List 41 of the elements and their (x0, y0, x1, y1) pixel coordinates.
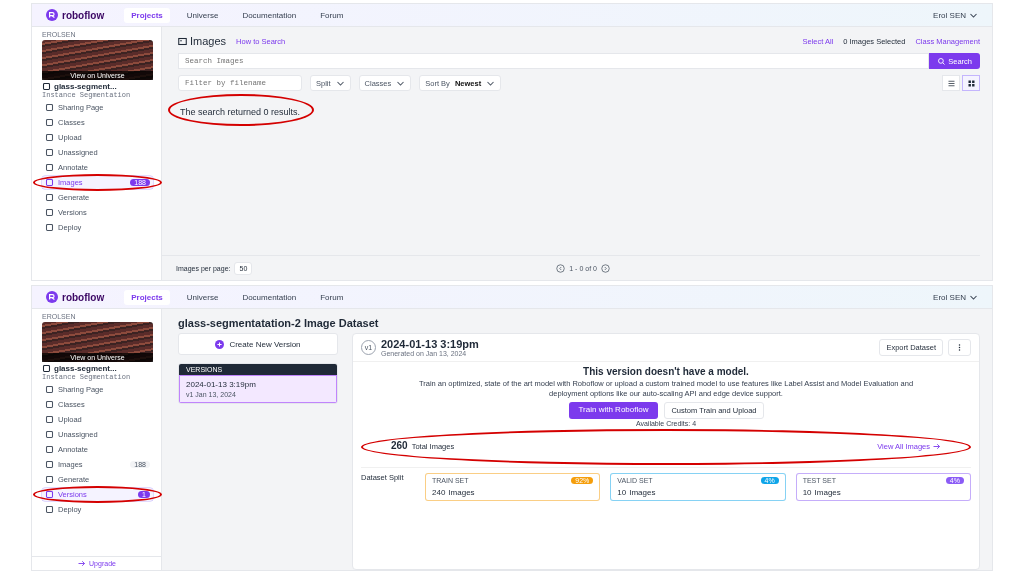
plus-icon (215, 339, 225, 349)
model-heading: This version doesn't have a model. (583, 366, 749, 377)
dataset-title: glass-segmentatation-2 Image Dataset (178, 317, 380, 329)
nav-tab[interactable]: Documentation (235, 7, 304, 23)
user-menu[interactable]: Erol SEN (933, 10, 966, 20)
upgrade-icon (77, 559, 87, 568)
split-unit: Images (629, 487, 656, 497)
create-version-button[interactable]: Create New Version (178, 333, 338, 355)
logo-text[interactable]: roboflow (62, 9, 105, 21)
nav-tab[interactable]: Forum (313, 7, 351, 23)
train-button[interactable]: Train with Roboflow (568, 401, 659, 419)
split-unit: Images (814, 487, 841, 497)
nav-tab[interactable]: Projects (124, 7, 170, 23)
previous-page-icon (556, 263, 566, 273)
nav-tab[interactable]: Universe (179, 7, 226, 23)
empty-results-message: The search returned 0 results. (180, 107, 301, 117)
split-count: 240 (432, 487, 446, 497)
split-unit: Images (448, 487, 475, 497)
nav-tab[interactable]: Documentation (235, 289, 304, 305)
images-icon (178, 36, 187, 46)
grid-view-button[interactable] (962, 75, 980, 91)
nav-tab[interactable]: Forum (313, 289, 351, 305)
logo-icon (46, 9, 58, 21)
logo-text[interactable]: roboflow (62, 291, 105, 303)
list-icon (946, 78, 956, 88)
nav-tab[interactable]: Projects (124, 289, 170, 305)
user-menu[interactable]: Erol SEN (933, 292, 966, 302)
page-title: Images (190, 35, 227, 47)
project-name[interactable]: glass-segment... (54, 82, 117, 91)
list-view-button[interactable] (942, 75, 960, 91)
total-count: 260 (391, 439, 408, 451)
version-heading: 2024-01-13 3:19pm (381, 338, 479, 350)
logo-icon (46, 291, 58, 303)
project-name[interactable]: glass-segment... (54, 364, 117, 373)
search-icon (937, 56, 947, 66)
split-count: 10 (802, 487, 812, 497)
arrow-right-icon (932, 441, 941, 451)
split-count: 10 (617, 487, 627, 497)
nav-tab[interactable]: Universe (179, 289, 226, 305)
grid-icon (966, 78, 976, 88)
next-page-icon (600, 263, 610, 273)
